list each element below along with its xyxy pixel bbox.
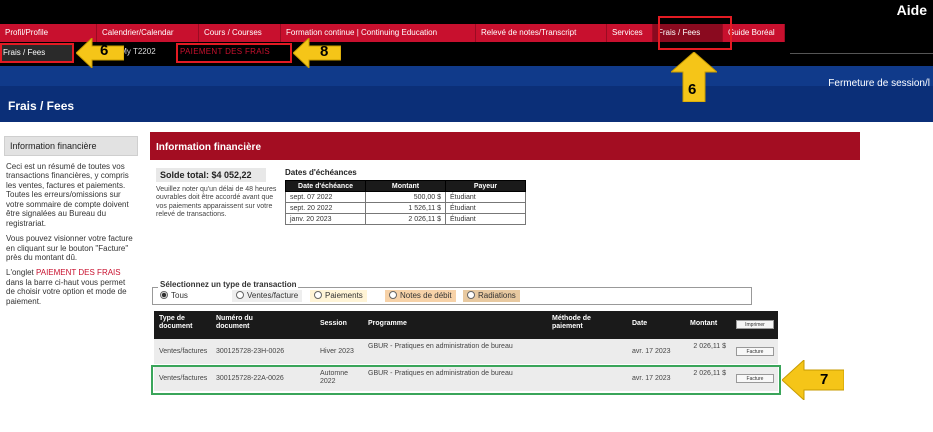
main-heading: Information financière [150,132,860,160]
annotation-arrow-left-icon [782,360,844,400]
page-title: Frais / Fees [8,99,75,113]
annotation-number: 7 [820,371,829,388]
filter-debit-notes-label: Notes de débit [400,291,452,300]
annotation-number: 8 [320,43,329,60]
due-date: sept. 07 2022 [285,191,366,203]
annotation-box-invoice-row [151,365,781,395]
documents-table-header: Type de document Numéro du document Sess… [154,311,778,339]
radio-icon [236,291,244,299]
sidebar-payment-text-pre: L'onglet [6,268,36,278]
sidebar-payment-text: L'onglet PAIEMENT DES FRAIS dans la barr… [6,268,136,306]
due-date: janv. 20 2023 [285,213,366,225]
filter-payments-label: Paiements [325,291,363,300]
help-link[interactable]: Aide [897,2,927,18]
filter-writeoffs-radio[interactable]: Radiations [463,290,520,302]
filter-payments-radio[interactable]: Paiements [310,290,367,302]
filter-sales-label: Ventes/facture [247,291,299,300]
annotation-number: 6 [100,42,109,59]
radio-selected-icon [160,291,168,299]
table-row: Ventes/factures 300125728-23H-0026 Hiver… [154,339,778,365]
print-button[interactable]: Imprimer [736,320,774,329]
col-amount: Montant [690,320,718,327]
filter-all-label: Tous [171,291,188,300]
tab-guide-boreal[interactable]: Guide Boréal [723,24,785,42]
col-session: Session [320,320,347,327]
sidebar-summary-text: Ceci est un résumé de toutes vos transac… [6,162,129,228]
col-program: Programme [368,320,407,327]
header-strip [0,66,933,86]
due-dates-table: Date d'échéance Montant Payeur sept. 07 … [285,180,526,225]
due-row: sept. 20 2022 1 526,11 $ Étudiant [285,202,526,214]
radio-icon [389,291,397,299]
page-header-band: Frais / Fees [0,66,933,122]
sidebar: Information financière Ceci est un résum… [4,136,138,306]
divider [790,53,933,54]
col-doc-type: Type de document [159,315,193,330]
annotation-box-fee-payment [176,43,292,63]
invoice-button[interactable]: Facture [736,347,774,356]
due-amount: 500,00 $ [365,191,446,203]
due-col-date: Date d'échéance [285,180,366,192]
cell-program: GBUR - Pratiques en administration de bu… [368,343,513,350]
sidebar-payment-text-post: dans la barre ci-haut vous permet de cho… [6,277,127,306]
sidebar-heading: Information financière [4,136,138,156]
sidebar-payment-link[interactable]: PAIEMENT DES FRAIS [36,268,121,277]
due-amount: 1 526,11 $ [365,202,446,214]
sidebar-invoice-text: Vous pouvez visionner votre facture en c… [6,234,133,262]
filter-debit-notes-radio[interactable]: Notes de débit [385,290,456,302]
due-payer: Étudiant [445,191,526,203]
due-table-header: Date d'échéance Montant Payeur [285,180,526,192]
col-doc-number: Numéro du document [216,315,253,330]
due-row: janv. 20 2023 2 026,11 $ Étudiant [285,213,526,225]
cell-doc-type: Ventes/factures [159,348,208,355]
logout-link[interactable]: Fermeture de session/l [828,78,930,89]
radio-icon [467,291,475,299]
total-balance: Solde total: $4 052,22 [156,168,266,182]
top-bar: Aide Profil/Profile Calendrier/Calendar … [0,0,933,66]
cell-doc-number: 300125728-23H-0026 [216,348,285,355]
due-row: sept. 07 2022 500,00 $ Étudiant [285,191,526,203]
tab-courses[interactable]: Cours / Courses [199,24,281,42]
balance-note: Veuillez noter qu'un délai de 48 heures … [156,186,277,218]
due-col-payer: Payeur [445,180,526,192]
due-date: sept. 20 2022 [285,202,366,214]
due-amount: 2 026,11 $ [365,213,446,225]
annotation-arrow-left-icon [293,38,341,68]
tab-services[interactable]: Services [607,24,653,42]
col-payment-method: Méthode de paiement [552,315,591,330]
due-payer: Étudiant [445,213,526,225]
cell-date: avr. 17 2023 [632,348,671,355]
annotation-box-subnav-fees [0,43,74,63]
due-payer: Étudiant [445,202,526,214]
annotation-box-fees-tab [658,16,732,50]
radio-icon [314,291,322,299]
filter-sales-radio[interactable]: Ventes/facture [232,290,303,302]
tab-transcript[interactable]: Relevé de notes/Transcript [476,24,607,42]
due-col-amount: Montant [365,180,446,192]
cell-session: Hiver 2023 [320,348,354,355]
annotation-number: 6 [688,81,697,98]
col-date: Date [632,320,648,327]
filter-all-radio[interactable]: Tous [160,290,188,302]
cell-amount: 2 026,11 $ [693,343,726,350]
transaction-filter-legend: Sélectionnez un type de transaction [158,280,299,289]
due-dates-title: Dates d'échéances [285,168,357,177]
filter-writeoffs-label: Radiations [478,291,516,300]
